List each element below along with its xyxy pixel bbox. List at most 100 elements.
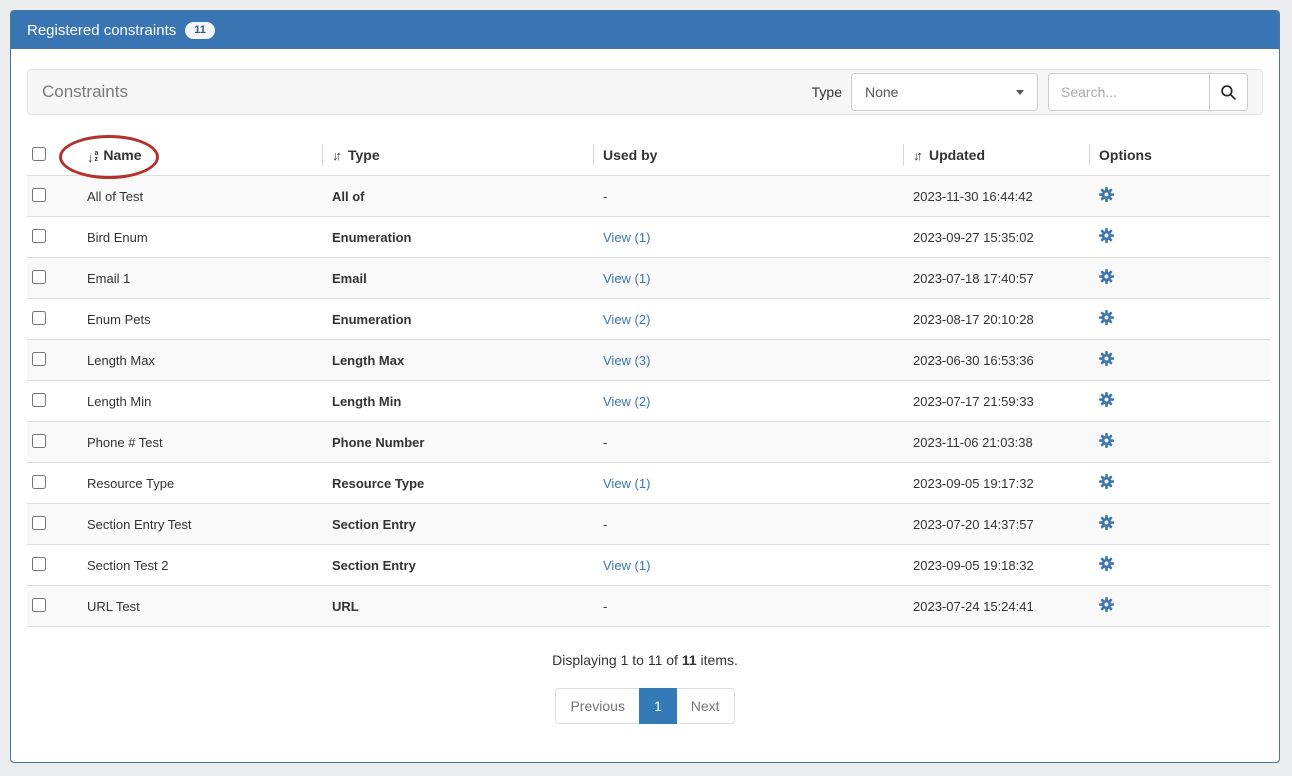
pagination: Previous 1 Next — [11, 688, 1279, 724]
view-link[interactable]: View (2) — [603, 394, 650, 409]
row-checkbox[interactable] — [32, 598, 46, 612]
view-link[interactable]: View (2) — [603, 312, 650, 327]
constraint-name: Resource Type — [87, 476, 174, 491]
row-checkbox[interactable] — [32, 475, 46, 489]
section-title: Constraints — [42, 82, 128, 102]
select-all-checkbox[interactable] — [32, 147, 46, 161]
column-label-options: Options — [1099, 147, 1152, 163]
column-label-type: Type — [348, 147, 380, 163]
column-label-used-by: Used by — [603, 147, 657, 163]
registered-constraints-card: Registered constraints 11 Constraints Ty… — [10, 10, 1280, 763]
table-row: Enum Pets Enumeration View (2) 2023-08-1… — [27, 299, 1270, 340]
used-by-cell: View (2) — [603, 381, 913, 422]
type-filter-value: None — [865, 84, 898, 100]
table-row: Length Min Length Min View (2) 2023-07-1… — [27, 381, 1270, 422]
constraint-type: Resource Type — [332, 476, 424, 491]
constraint-type: Enumeration — [332, 312, 411, 327]
view-link[interactable]: View (1) — [603, 271, 650, 286]
table-row: Section Test 2 Section Entry View (1) 20… — [27, 545, 1270, 586]
row-checkbox[interactable] — [32, 434, 46, 448]
used-by-cell: - — [603, 504, 913, 545]
updated-timestamp: 2023-07-20 14:37:57 — [913, 517, 1034, 532]
column-header-name[interactable]: ↓ a z Name — [87, 135, 332, 176]
summary-count: 11 — [682, 652, 697, 668]
view-link[interactable]: View (3) — [603, 353, 650, 368]
card-header: Registered constraints 11 — [11, 11, 1279, 49]
row-checkbox[interactable] — [32, 311, 46, 325]
table-row: Resource Type Resource Type View (1) 202… — [27, 463, 1270, 504]
pagination-next[interactable]: Next — [676, 688, 735, 724]
type-filter-select[interactable]: None — [851, 73, 1038, 111]
updated-timestamp: 2023-08-17 20:10:28 — [913, 312, 1034, 327]
constraint-name: Length Min — [87, 394, 151, 409]
options-gear-icon[interactable] — [1099, 392, 1114, 407]
constraint-name: Section Entry Test — [87, 517, 192, 532]
column-header-used-by: Used by — [603, 135, 913, 176]
search-button[interactable] — [1209, 74, 1247, 110]
updated-timestamp: 2023-09-05 19:18:32 — [913, 558, 1034, 573]
row-checkbox[interactable] — [32, 516, 46, 530]
row-checkbox[interactable] — [32, 188, 46, 202]
constraint-type: Section Entry — [332, 517, 416, 532]
updated-timestamp: 2023-07-18 17:40:57 — [913, 271, 1034, 286]
constraint-type: Enumeration — [332, 230, 411, 245]
sort-alpha-asc-icon: ↓ a z — [87, 151, 98, 164]
column-header-updated[interactable]: ↓↑ Updated — [913, 135, 1099, 176]
used-by-empty: - — [603, 517, 607, 532]
search-group — [1048, 73, 1248, 111]
row-checkbox[interactable] — [32, 352, 46, 366]
options-gear-icon[interactable] — [1099, 187, 1114, 202]
view-link[interactable]: View (1) — [603, 558, 650, 573]
column-label-name: Name — [103, 147, 141, 163]
pagination-page-1[interactable]: 1 — [639, 688, 677, 724]
summary-prefix: Displaying 1 to 11 of — [552, 652, 682, 668]
results-summary: Displaying 1 to 11 of 11 items. — [11, 652, 1279, 668]
used-by-cell: View (3) — [603, 340, 913, 381]
constraint-name: Length Max — [87, 353, 155, 368]
table-row: Length Max Length Max View (3) 2023-06-3… — [27, 340, 1270, 381]
used-by-cell: View (1) — [603, 217, 913, 258]
options-gear-icon[interactable] — [1099, 597, 1114, 612]
options-gear-icon[interactable] — [1099, 474, 1114, 489]
options-gear-icon[interactable] — [1099, 433, 1114, 448]
table-row: Phone # Test Phone Number - 2023-11-06 2… — [27, 422, 1270, 463]
options-gear-icon[interactable] — [1099, 351, 1114, 366]
table-row: Section Entry Test Section Entry - 2023-… — [27, 504, 1270, 545]
row-checkbox[interactable] — [32, 393, 46, 407]
sort-icon: ↓↑ — [913, 148, 920, 163]
constraint-name: Bird Enum — [87, 230, 148, 245]
column-label-updated: Updated — [929, 147, 985, 163]
table-row: Bird Enum Enumeration View (1) 2023-09-2… — [27, 217, 1270, 258]
constraint-type: Length Max — [332, 353, 404, 368]
view-link[interactable]: View (1) — [603, 230, 650, 245]
column-header-type[interactable]: ↓↑Type — [332, 135, 603, 176]
updated-timestamp: 2023-06-30 16:53:36 — [913, 353, 1034, 368]
pagination-previous[interactable]: Previous — [555, 688, 639, 724]
constraint-name: Section Test 2 — [87, 558, 168, 573]
table-row: Email 1 Email View (1) 2023-07-18 17:40:… — [27, 258, 1270, 299]
column-header-options: Options — [1099, 135, 1270, 176]
options-gear-icon[interactable] — [1099, 515, 1114, 530]
view-link[interactable]: View (1) — [603, 476, 650, 491]
options-gear-icon[interactable] — [1099, 269, 1114, 284]
constraint-type: Length Min — [332, 394, 401, 409]
updated-timestamp: 2023-07-24 15:24:41 — [913, 599, 1034, 614]
used-by-cell: - — [603, 422, 913, 463]
used-by-cell: View (2) — [603, 299, 913, 340]
filter-controls: Type None — [812, 73, 1248, 111]
search-input[interactable] — [1049, 74, 1209, 110]
options-gear-icon[interactable] — [1099, 310, 1114, 325]
used-by-cell: View (1) — [603, 463, 913, 504]
updated-timestamp: 2023-11-30 16:44:42 — [913, 189, 1033, 204]
updated-timestamp: 2023-07-17 21:59:33 — [913, 394, 1034, 409]
options-gear-icon[interactable] — [1099, 556, 1114, 571]
used-by-cell: View (1) — [603, 258, 913, 299]
constraint-name: All of Test — [87, 189, 143, 204]
summary-suffix: items. — [697, 652, 738, 668]
row-checkbox[interactable] — [32, 229, 46, 243]
used-by-cell: - — [603, 176, 913, 217]
updated-timestamp: 2023-11-06 21:03:38 — [913, 435, 1033, 450]
options-gear-icon[interactable] — [1099, 228, 1114, 243]
row-checkbox[interactable] — [32, 557, 46, 571]
row-checkbox[interactable] — [32, 270, 46, 284]
